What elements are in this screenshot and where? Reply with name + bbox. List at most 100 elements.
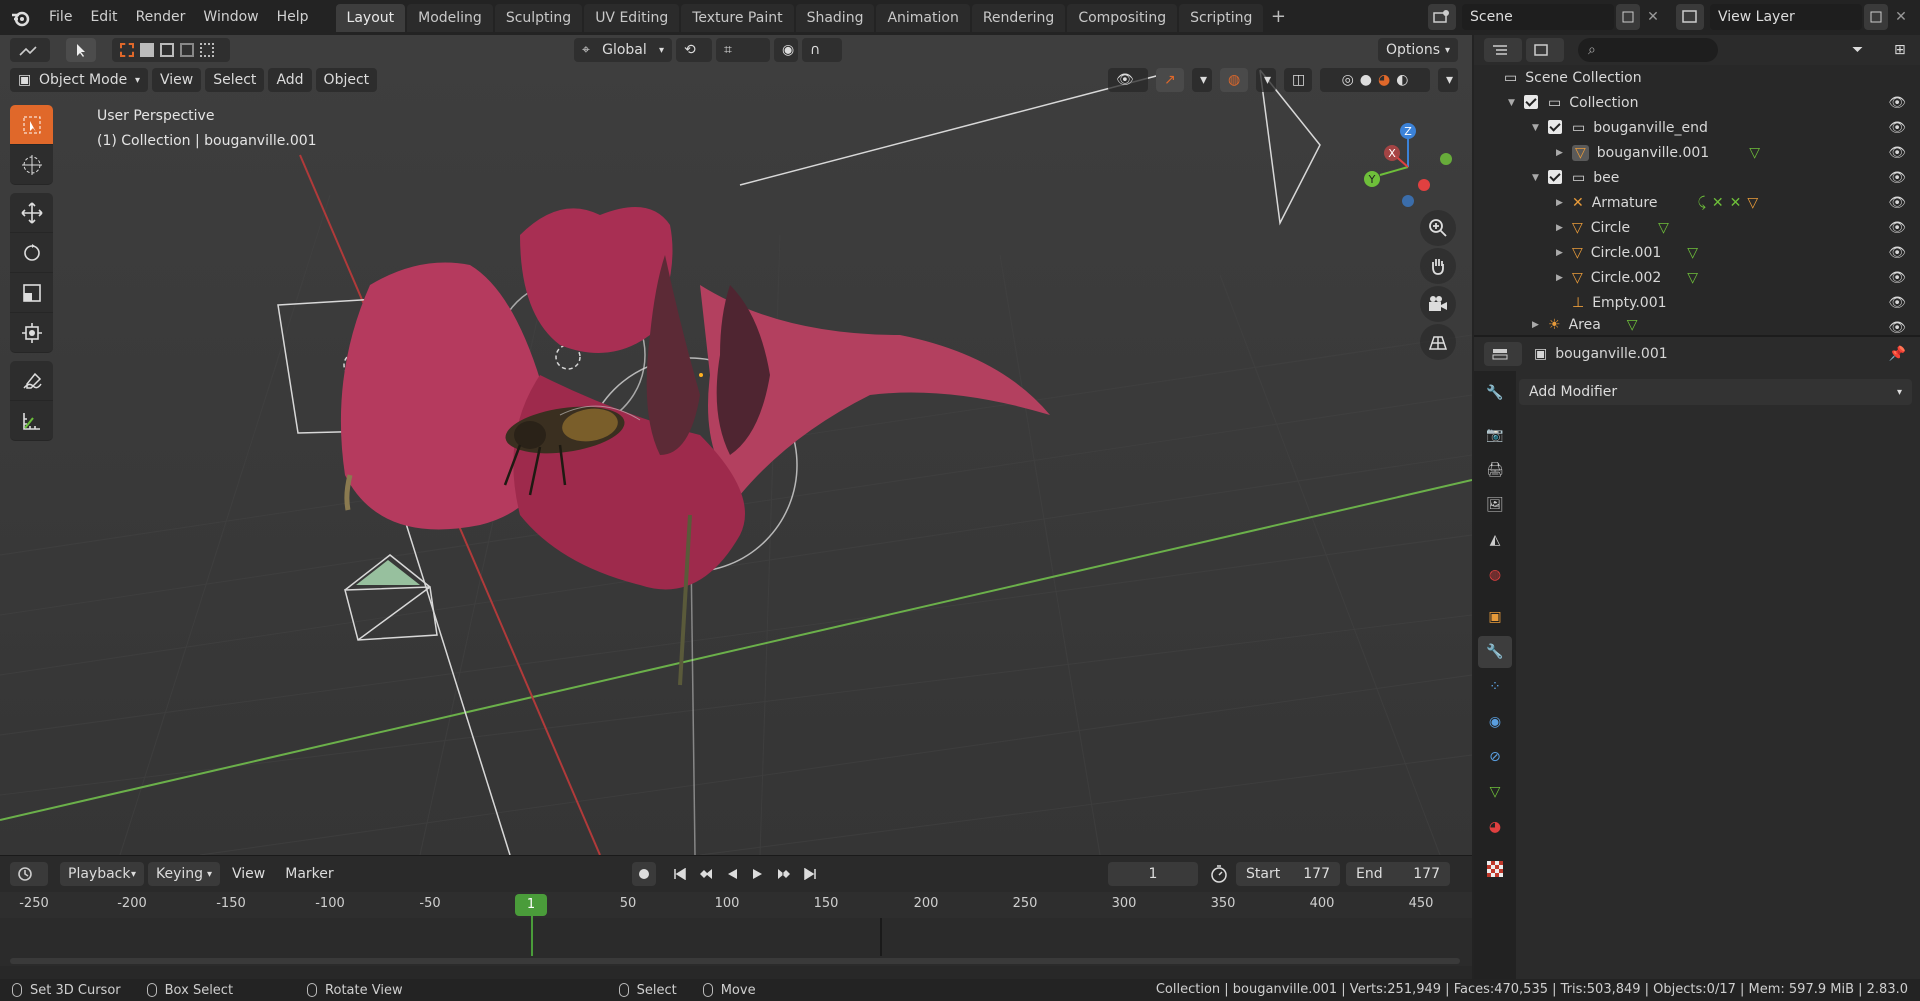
expand-arrow-icon[interactable]: ▶ <box>1556 248 1563 258</box>
visibility-icon[interactable]: 👁 <box>1108 68 1148 92</box>
current-frame-marker[interactable]: 1 <box>515 894 547 916</box>
outliner-row-circle-002[interactable]: ▶ ▽ Circle.002 ▽ 👁 <box>1474 265 1920 290</box>
ortho-toggle-icon[interactable] <box>1420 324 1456 360</box>
next-keyframe-icon[interactable] <box>772 862 796 886</box>
new-collection-icon[interactable]: ⊞ <box>1886 38 1912 62</box>
delete-view-layer-icon[interactable]: ✕ <box>1890 4 1912 30</box>
outliner-row-area[interactable]: ▶ ☀ Area ▽ 👁 <box>1474 315 1920 335</box>
tab-rendering[interactable]: Rendering <box>971 3 1066 32</box>
menu-add[interactable]: Add <box>268 68 312 92</box>
visibility-eye-icon[interactable]: 👁 <box>1888 295 1906 311</box>
move-tool-icon[interactable] <box>10 193 53 233</box>
tab-texture-paint[interactable]: Texture Paint <box>681 3 794 32</box>
transform-orientation-dropdown[interactable]: ⌖ Global ▾ <box>574 38 672 62</box>
pin-icon[interactable]: 📌 <box>1889 346 1906 362</box>
solid-shading-icon[interactable]: ● <box>1360 72 1372 88</box>
expand-arrow-icon[interactable]: ▼ <box>1532 173 1539 183</box>
play-icon[interactable] <box>746 862 770 886</box>
outliner-search-input[interactable]: ⌕ <box>1578 38 1718 62</box>
pan-hand-icon[interactable] <box>1420 248 1456 284</box>
view-layer-tab-icon[interactable]: 🖼 <box>1478 489 1512 521</box>
playback-menu[interactable]: Playback ▾ <box>60 862 144 886</box>
invert-selection-icon[interactable] <box>180 43 194 57</box>
tab-animation[interactable]: Animation <box>876 3 970 32</box>
new-scene-icon[interactable] <box>1616 4 1640 30</box>
falloff-icon[interactable]: ∩ <box>802 38 842 62</box>
constraints-tab-icon[interactable]: ⊘ <box>1478 741 1512 773</box>
3d-viewport[interactable]: ⌖ Global ▾ ⟲ ⌗ ◉ ∩ Options ▾ ▣ Object Mod… <box>0 35 1472 855</box>
expand-arrow-icon[interactable]: ▶ <box>1556 148 1563 158</box>
menu-select[interactable]: Select <box>205 68 265 92</box>
timeline-track-area[interactable] <box>0 916 1472 966</box>
expand-arrow-icon[interactable]: ▶ <box>1532 320 1539 330</box>
snap-icon[interactable]: ⌗ <box>716 38 770 62</box>
visibility-eye-icon[interactable]: 👁 <box>1888 95 1906 111</box>
stopwatch-icon[interactable] <box>1207 862 1231 886</box>
outliner-row-collection[interactable]: ▼ ▭ Collection 👁 <box>1474 90 1920 115</box>
visibility-eye-icon[interactable]: 👁 <box>1888 120 1906 136</box>
neg-y-axis-icon[interactable] <box>1440 153 1452 165</box>
visibility-eye-icon[interactable]: 👁 <box>1888 195 1906 211</box>
object-data-tab-icon[interactable]: ▽ <box>1478 776 1512 808</box>
mesh-data-icon[interactable]: ▽ <box>1687 245 1698 261</box>
outliner-row-circle-001[interactable]: ▶ ▽ Circle.001 ▽ 👁 <box>1474 240 1920 265</box>
menu-edit[interactable]: Edit <box>81 0 126 35</box>
outliner-row-bouganville-end[interactable]: ▼ ▭ bouganville_end 👁 <box>1474 115 1920 140</box>
view-layer-icon[interactable] <box>1676 4 1704 30</box>
chevron-down-icon[interactable]: ▾ <box>1192 68 1212 92</box>
keying-menu[interactable]: Keying ▾ <box>148 862 220 886</box>
output-tab-icon[interactable]: 🖨 <box>1478 454 1512 486</box>
mesh-object-icon[interactable]: ▽ <box>1747 195 1758 211</box>
jump-end-icon[interactable] <box>798 862 822 886</box>
intersect-selection-icon[interactable] <box>200 43 214 57</box>
object-tab-icon[interactable]: ▣ <box>1478 601 1512 633</box>
expand-arrow-icon[interactable]: ▶ <box>1556 223 1563 233</box>
selection-mode-buttons[interactable] <box>112 38 230 62</box>
add-workspace-button[interactable]: + <box>1265 4 1291 32</box>
world-tab-icon[interactable]: ◍ <box>1478 559 1512 591</box>
mesh-data-icon[interactable]: ▽ <box>1749 145 1760 161</box>
tab-modeling[interactable]: Modeling <box>407 3 493 32</box>
visibility-eye-icon[interactable]: 👁 <box>1888 145 1906 161</box>
tab-layout[interactable]: Layout <box>335 3 406 32</box>
editor-type-icon[interactable] <box>10 38 50 62</box>
expand-arrow-icon[interactable]: ▶ <box>1556 273 1563 283</box>
tab-shading[interactable]: Shading <box>795 3 875 32</box>
extend-selection-icon[interactable] <box>140 43 154 57</box>
outliner-row-empty-001[interactable]: ⊥ Empty.001 👁 <box>1474 290 1920 315</box>
zoom-icon[interactable] <box>1420 210 1456 246</box>
material-preview-icon[interactable]: ◕ <box>1378 72 1390 88</box>
gizmo-toggle-icon[interactable]: ↗ <box>1156 68 1184 92</box>
visibility-eye-icon[interactable]: 👁 <box>1888 245 1906 261</box>
record-icon[interactable] <box>632 862 656 886</box>
camera-view-icon[interactable] <box>1420 286 1456 322</box>
mode-dropdown[interactable]: ▣ Object Mode ▾ <box>10 68 148 92</box>
rendered-shading-icon[interactable]: ◐ <box>1396 72 1408 88</box>
menu-window[interactable]: Window <box>194 0 267 35</box>
proportional-editing-icon[interactable]: ◉ <box>774 38 798 62</box>
filter-icon[interactable]: ⏷ <box>1844 38 1882 62</box>
transform-tool-icon[interactable] <box>10 313 53 353</box>
scene-name-field[interactable]: Scene <box>1462 4 1614 30</box>
menu-file[interactable]: File <box>40 0 81 35</box>
blender-logo-icon[interactable] <box>0 0 40 35</box>
visibility-eye-icon[interactable]: 👁 <box>1888 270 1906 286</box>
outliner-row-circle[interactable]: ▶ ▽ Circle ▽ 👁 <box>1474 215 1920 240</box>
expand-arrow-icon[interactable]: ▼ <box>1532 123 1539 133</box>
annotate-tool-icon[interactable] <box>10 361 53 401</box>
navigation-gizmo[interactable]: Z Y X <box>1358 107 1458 207</box>
tab-sculpting[interactable]: Sculpting <box>494 3 583 32</box>
expand-arrow-icon[interactable]: ▶ <box>1556 198 1563 208</box>
neg-x-axis-icon[interactable] <box>1418 179 1430 191</box>
menu-render[interactable]: Render <box>127 0 195 35</box>
neg-z-axis-icon[interactable] <box>1402 195 1414 207</box>
material-tab-icon[interactable]: ◕ <box>1478 811 1512 843</box>
play-reverse-icon[interactable] <box>720 862 744 886</box>
wireframe-shading-icon[interactable]: ◎ <box>1342 72 1354 88</box>
menu-help[interactable]: Help <box>268 0 318 35</box>
scene-selector-icon[interactable] <box>1428 4 1456 30</box>
timeline-ruler[interactable]: -250 -200 -150 -100 -50 1 50 100 150 200… <box>0 892 1472 918</box>
mesh-data-icon[interactable]: ▽ <box>1658 220 1669 236</box>
tab-uv-editing[interactable]: UV Editing <box>584 3 680 32</box>
visibility-eye-icon[interactable]: 👁 <box>1888 320 1906 335</box>
